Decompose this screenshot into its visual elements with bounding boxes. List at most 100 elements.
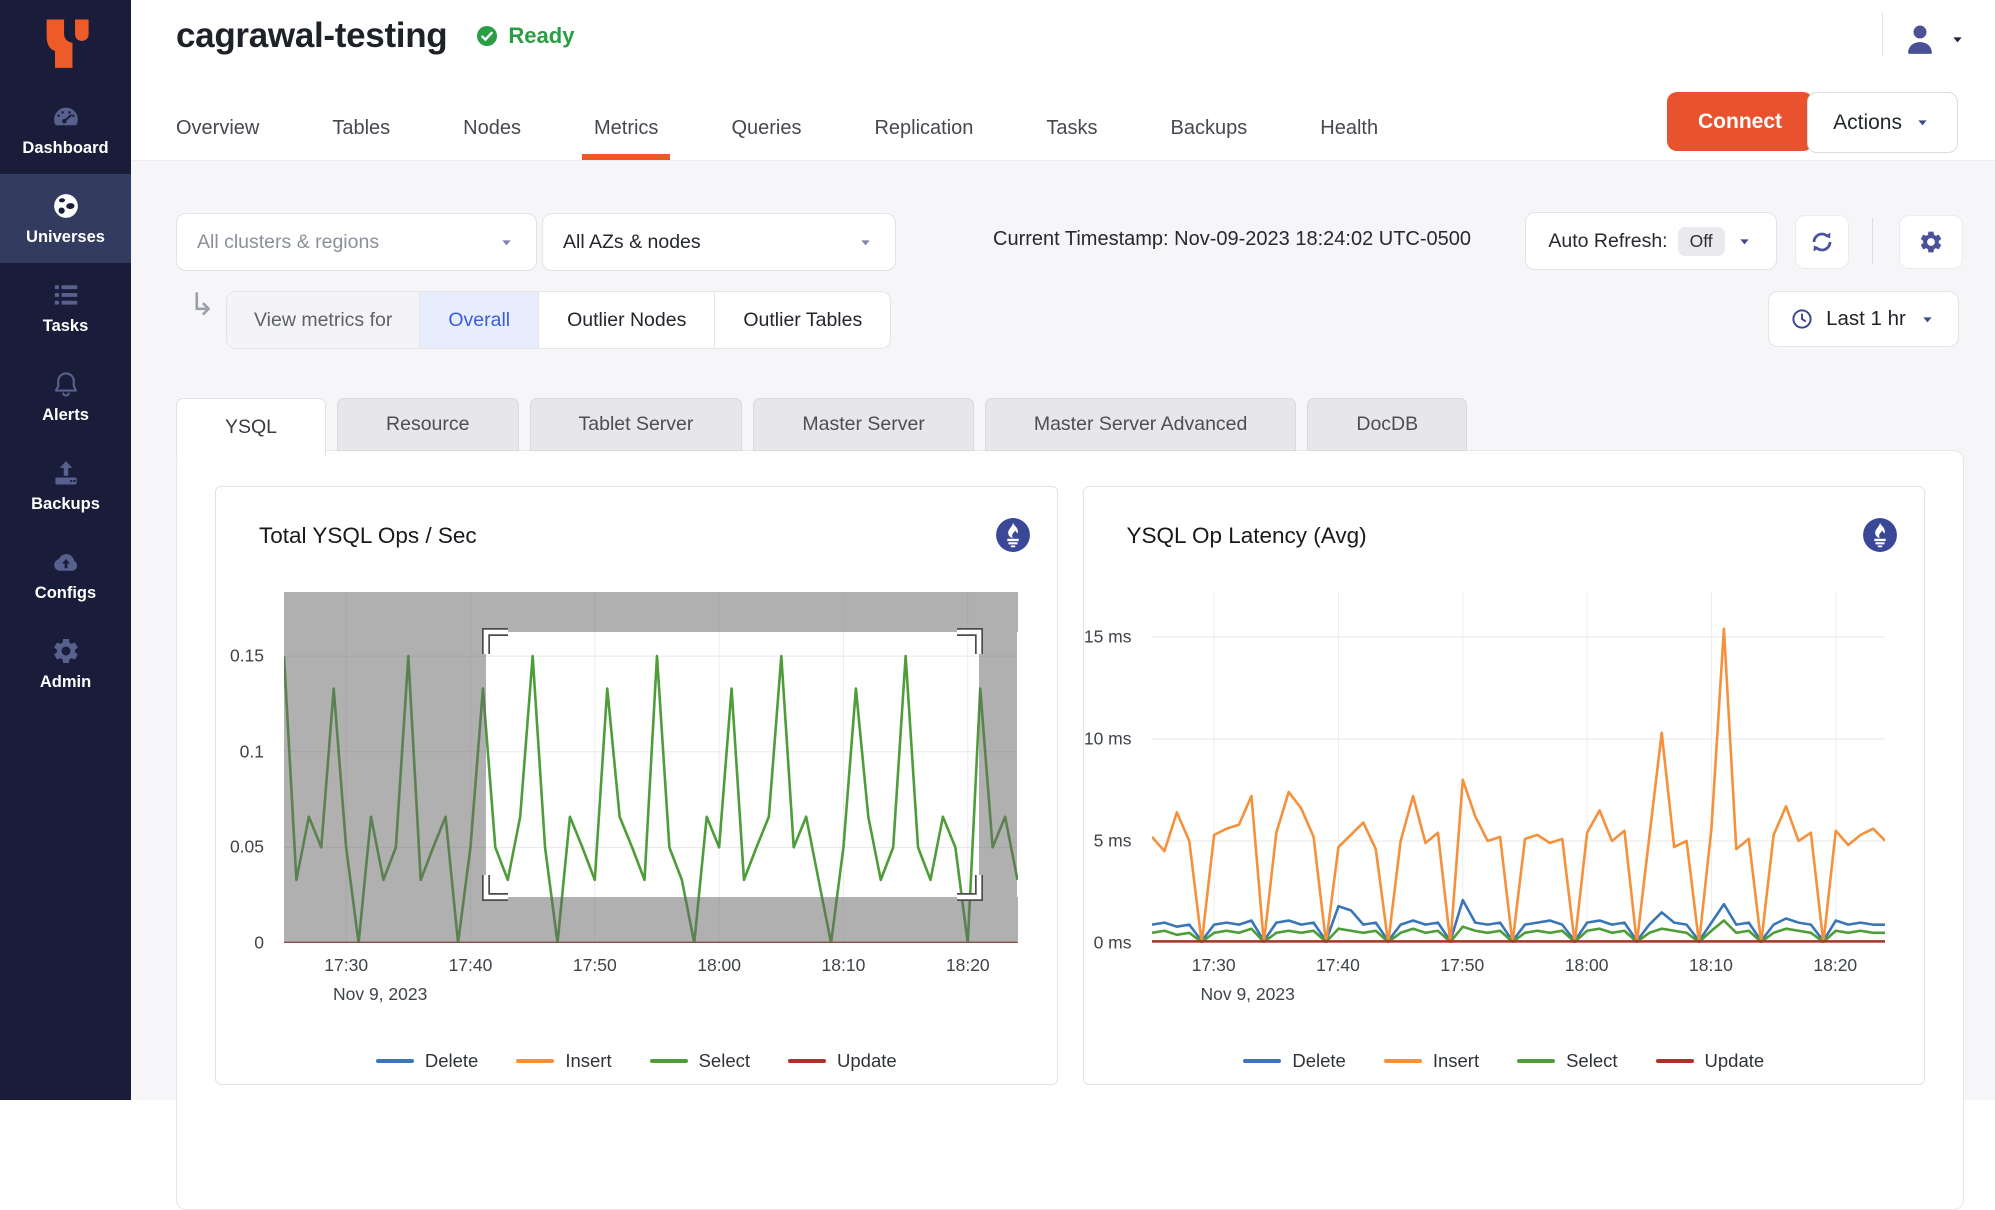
y-tick-label: 0.05 [230, 837, 264, 858]
header-divider [1882, 12, 1883, 56]
x-tick-label: 17:50 [1440, 955, 1484, 976]
sidebar-item-label: Alerts [42, 406, 89, 425]
y-tick-label: 15 ms [1084, 626, 1132, 647]
tab-nodes[interactable]: Nodes [463, 96, 521, 160]
tab-metrics[interactable]: Metrics [594, 96, 658, 160]
x-tick-label: 18:20 [946, 955, 990, 976]
y-axis-labels: 00.050.10.15 [216, 592, 274, 943]
x-axis-date: Nov 9, 2023 [1200, 984, 1294, 1005]
top-bar: cagrawal-testing Ready [131, 0, 1995, 96]
sidebar-item-label: Backups [31, 495, 100, 514]
metric-tab-master-server[interactable]: Master Server [753, 398, 973, 451]
title-row: cagrawal-testing Ready [176, 16, 574, 56]
chart-title: YSQL Op Latency (Avg) [1127, 523, 1367, 549]
scope-option-outlier-tables[interactable]: Outlier Tables [714, 292, 890, 348]
user-icon [1901, 20, 1939, 58]
metric-tab-master-server-advanced[interactable]: Master Server Advanced [985, 398, 1297, 451]
sidebar-item-label: Configs [35, 584, 96, 603]
actions-label: Actions [1833, 111, 1902, 135]
sidebar-item-admin[interactable]: Admin [0, 619, 131, 708]
x-tick-label: 18:00 [697, 955, 741, 976]
sidebar-item-configs[interactable]: Configs [0, 530, 131, 619]
chevron-down-icon [856, 233, 875, 252]
tab-health[interactable]: Health [1320, 96, 1378, 160]
sidebar-item-backups[interactable]: Backups [0, 441, 131, 530]
selection-handle[interactable] [954, 627, 984, 657]
legend-item-select: Select [650, 1050, 750, 1072]
x-tick-label: 18:20 [1813, 955, 1857, 976]
az-nodes-value: All AZs & nodes [563, 231, 701, 254]
y-tick-label: 5 ms [1094, 830, 1132, 851]
az-nodes-select[interactable]: All AZs & nodes [542, 213, 896, 271]
page-title: cagrawal-testing [176, 16, 447, 56]
tab-backups[interactable]: Backups [1171, 96, 1248, 160]
sidebar-item-dashboard[interactable]: Dashboard [0, 85, 131, 174]
sidebar-item-tasks[interactable]: Tasks [0, 263, 131, 352]
chart-plot-area[interactable] [1152, 592, 1886, 943]
cluster-region-select[interactable]: All clusters & regions [176, 213, 537, 271]
y-tick-label: 0.1 [240, 741, 264, 762]
prometheus-icon[interactable] [995, 517, 1031, 553]
check-circle-icon [475, 24, 499, 48]
auto-refresh-dropdown[interactable]: Auto Refresh: Off [1525, 212, 1777, 270]
universes-icon [51, 191, 81, 221]
tab-tasks[interactable]: Tasks [1046, 96, 1097, 160]
metric-category-tabs: YSQLResourceTablet ServerMaster ServerMa… [176, 398, 1467, 456]
alerts-icon [51, 369, 81, 399]
selection-handle[interactable] [954, 872, 984, 902]
view-metrics-for-control: View metrics for OverallOutlier NodesOut… [226, 291, 891, 349]
chart-legend: DeleteInsertSelectUpdate [216, 1050, 1057, 1072]
metric-tab-resource[interactable]: Resource [337, 398, 518, 451]
main-area: cagrawal-testing Ready Overview Tables Nod… [131, 0, 1995, 1100]
status-label: Ready [508, 23, 574, 49]
metric-tab-tablet-server[interactable]: Tablet Server [530, 398, 743, 451]
legend-item-delete: Delete [1243, 1050, 1345, 1072]
tab-tables[interactable]: Tables [332, 96, 390, 160]
scope-option-overall[interactable]: Overall [419, 292, 538, 348]
y-tick-label: 0 [254, 933, 264, 954]
refresh-icon [1809, 229, 1835, 255]
selection-handle[interactable] [481, 872, 511, 902]
tab-overview[interactable]: Overview [176, 96, 259, 160]
legend-swatch [1517, 1059, 1555, 1064]
scope-option-outlier-nodes[interactable]: Outlier Nodes [538, 292, 714, 348]
legend-swatch [1384, 1059, 1422, 1064]
settings-button[interactable] [1899, 215, 1963, 269]
legend-swatch [788, 1059, 826, 1064]
time-range-value: Last 1 hr [1826, 307, 1906, 331]
sidebar-item-label: Dashboard [22, 139, 108, 158]
user-menu[interactable] [1901, 20, 1967, 58]
connect-button[interactable]: Connect [1667, 92, 1813, 151]
chart-card-ysql-latency: YSQL Op Latency (Avg) 0 ms5 ms10 ms15 ms… [1083, 486, 1926, 1085]
prometheus-icon[interactable] [1862, 517, 1898, 553]
legend-label: Insert [1433, 1050, 1479, 1072]
status-badge: Ready [475, 23, 574, 49]
y-axis-labels: 0 ms5 ms10 ms15 ms [1084, 592, 1142, 943]
x-tick-label: 17:50 [573, 955, 617, 976]
y-tick-label: 0.15 [230, 646, 264, 667]
sidebar-nav: Dashboard Universes Tasks Alerts Backups Conf… [0, 85, 131, 708]
metric-tab-docdb[interactable]: DocDB [1307, 398, 1467, 451]
chart-plot-area[interactable] [284, 592, 1018, 943]
metric-tab-ysql[interactable]: YSQL [176, 398, 326, 456]
legend-label: Update [1705, 1050, 1765, 1072]
time-range-dropdown[interactable]: Last 1 hr [1768, 291, 1959, 347]
selection-handle[interactable] [481, 627, 511, 657]
sidebar-item-label: Universes [26, 228, 105, 247]
x-tick-label: 17:40 [1316, 955, 1360, 976]
yugabyte-logo-icon[interactable] [35, 13, 97, 75]
backups-icon [51, 458, 81, 488]
legend-item-delete: Delete [376, 1050, 478, 1072]
refresh-button[interactable] [1795, 215, 1849, 269]
tab-queries[interactable]: Queries [731, 96, 801, 160]
legend-item-select: Select [1517, 1050, 1617, 1072]
sidebar-item-alerts[interactable]: Alerts [0, 352, 131, 441]
current-timestamp: Current Timestamp: Nov-09-2023 18:24:02 … [993, 228, 1471, 251]
tab-replication[interactable]: Replication [874, 96, 973, 160]
metrics-panel: Total YSQL Ops / Sec 00.050.10.15 17:301… [176, 450, 1964, 1210]
x-tick-label: 17:40 [449, 955, 493, 976]
legend-swatch [1243, 1059, 1281, 1064]
legend-label: Select [1566, 1050, 1617, 1072]
sidebar-item-universes[interactable]: Universes [0, 174, 131, 263]
actions-button[interactable]: Actions [1807, 92, 1958, 153]
